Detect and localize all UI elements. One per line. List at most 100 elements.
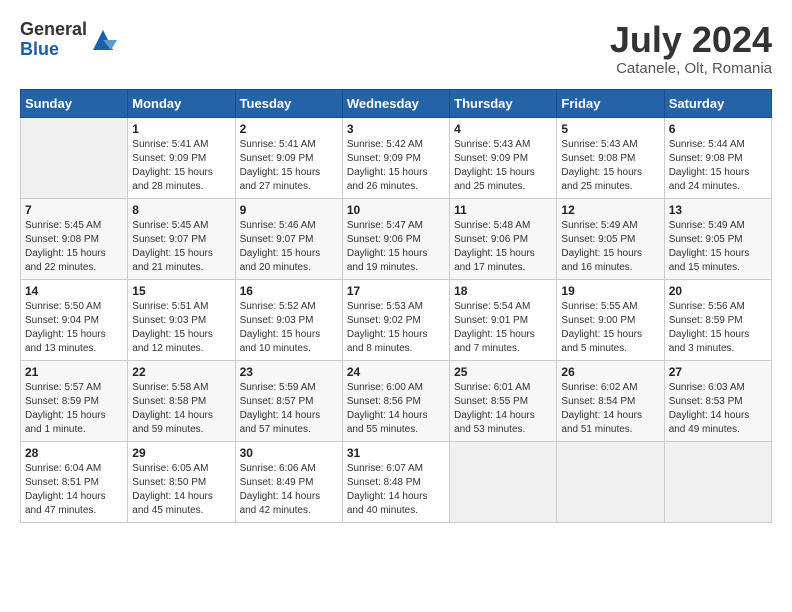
day-cell: 15 Sunrise: 5:51 AM Sunset: 9:03 PM Dayli… [128,279,235,360]
day-info: Sunrise: 5:51 AM Sunset: 9:03 PM Dayligh… [132,301,213,354]
day-number: 20 [669,284,767,298]
day-cell: 10Sunrise: 5:47 AM Sunset: 9:06 PM Dayli… [342,198,449,279]
day-cell: 22Sunrise: 5:58 AM Sunset: 8:58 PM Dayli… [128,360,235,441]
day-info: Sunrise: 5:43 AM Sunset: 9:09 PM Dayligh… [454,139,535,192]
day-number: 13 [669,203,767,217]
title-block: July 2024 Catanele, Olt, Romania [610,20,772,77]
day-info: Sunrise: 5:58 AM Sunset: 8:58 PM Dayligh… [132,382,213,435]
day-cell: 9 Sunrise: 5:46 AM Sunset: 9:07 PM Daylig… [235,198,342,279]
day-cell: 28Sunrise: 6:04 AM Sunset: 8:51 PM Dayli… [21,441,128,522]
day-info: Sunrise: 6:02 AM Sunset: 8:54 PM Dayligh… [561,382,642,435]
day-number: 8 [132,203,230,217]
week-row-2: 7 Sunrise: 5:45 AM Sunset: 9:08 PM Daylig… [21,198,772,279]
day-number: 19 [561,284,659,298]
day-number: 7 [25,203,123,217]
day-number: 1 [132,122,230,136]
day-cell: 6Sunrise: 5:44 AM Sunset: 9:08 PM Daylig… [664,117,771,198]
day-number: 4 [454,122,552,136]
day-info: Sunrise: 5:43 AM Sunset: 9:08 PM Dayligh… [561,139,642,192]
day-info: Sunrise: 5:59 AM Sunset: 8:57 PM Dayligh… [240,382,321,435]
day-number: 26 [561,365,659,379]
day-info: Sunrise: 6:06 AM Sunset: 8:49 PM Dayligh… [240,463,321,516]
day-cell [664,441,771,522]
day-number: 15 [132,284,230,298]
day-info: Sunrise: 5:41 AM Sunset: 9:09 PM Dayligh… [132,139,213,192]
day-number: 2 [240,122,338,136]
day-info: Sunrise: 5:42 AM Sunset: 9:09 PM Dayligh… [347,139,428,192]
day-info: Sunrise: 5:52 AM Sunset: 9:03 PM Dayligh… [240,301,321,354]
day-number: 12 [561,203,659,217]
day-info: Sunrise: 6:00 AM Sunset: 8:56 PM Dayligh… [347,382,428,435]
week-row-1: 1 Sunrise: 5:41 AM Sunset: 9:09 PM Daylig… [21,117,772,198]
day-number: 29 [132,446,230,460]
day-cell [557,441,664,522]
day-cell: 13 Sunrise: 5:49 AM Sunset: 9:05 PM Dayli… [664,198,771,279]
weekday-header-monday: Monday [128,89,235,117]
day-cell: 27Sunrise: 6:03 AM Sunset: 8:53 PM Dayli… [664,360,771,441]
day-info: Sunrise: 5:44 AM Sunset: 9:08 PM Dayligh… [669,139,750,192]
day-number: 24 [347,365,445,379]
day-cell: 26 Sunrise: 6:02 AM Sunset: 8:54 PM Dayli… [557,360,664,441]
day-cell: 3 Sunrise: 5:42 AM Sunset: 9:09 PM Daylig… [342,117,449,198]
week-row-5: 28Sunrise: 6:04 AM Sunset: 8:51 PM Dayli… [21,441,772,522]
calendar-header: SundayMondayTuesdayWednesdayThursdayFrid… [21,89,772,117]
week-row-3: 14 Sunrise: 5:50 AM Sunset: 9:04 PM Dayli… [21,279,772,360]
day-info: Sunrise: 5:49 AM Sunset: 9:05 PM Dayligh… [669,220,750,273]
day-number: 3 [347,122,445,136]
day-cell: 12Sunrise: 5:49 AM Sunset: 9:05 PM Dayli… [557,198,664,279]
day-cell: 2 Sunrise: 5:41 AM Sunset: 9:09 PM Daylig… [235,117,342,198]
day-number: 14 [25,284,123,298]
weekday-row: SundayMondayTuesdayWednesdayThursdayFrid… [21,89,772,117]
day-cell: 21Sunrise: 5:57 AM Sunset: 8:59 PM Dayli… [21,360,128,441]
day-cell: 8 Sunrise: 5:45 AM Sunset: 9:07 PM Daylig… [128,198,235,279]
weekday-header-thursday: Thursday [450,89,557,117]
logo-icon [89,26,117,54]
day-cell: 5 Sunrise: 5:43 AM Sunset: 9:08 PM Daylig… [557,117,664,198]
weekday-header-saturday: Saturday [664,89,771,117]
day-info: Sunrise: 6:05 AM Sunset: 8:50 PM Dayligh… [132,463,213,516]
day-number: 16 [240,284,338,298]
day-info: Sunrise: 5:46 AM Sunset: 9:07 PM Dayligh… [240,220,321,273]
day-cell: 24 Sunrise: 6:00 AM Sunset: 8:56 PM Dayli… [342,360,449,441]
day-cell: 25 Sunrise: 6:01 AM Sunset: 8:55 PM Dayli… [450,360,557,441]
day-info: Sunrise: 5:47 AM Sunset: 9:06 PM Dayligh… [347,220,428,273]
day-info: Sunrise: 5:53 AM Sunset: 9:02 PM Dayligh… [347,301,428,354]
calendar-table: SundayMondayTuesdayWednesdayThursdayFrid… [20,89,772,523]
day-number: 31 [347,446,445,460]
day-cell: 20 Sunrise: 5:56 AM Sunset: 8:59 PM Dayli… [664,279,771,360]
logo-text: General Blue [20,20,87,60]
day-info: Sunrise: 5:56 AM Sunset: 8:59 PM Dayligh… [669,301,750,354]
logo: General Blue [20,20,117,60]
day-cell: 16 Sunrise: 5:52 AM Sunset: 9:03 PM Dayli… [235,279,342,360]
month-title: July 2024 [610,20,772,60]
weekday-header-sunday: Sunday [21,89,128,117]
location: Catanele, Olt, Romania [610,60,772,77]
day-info: Sunrise: 5:57 AM Sunset: 8:59 PM Dayligh… [25,382,106,435]
day-number: 25 [454,365,552,379]
day-cell: 14 Sunrise: 5:50 AM Sunset: 9:04 PM Dayli… [21,279,128,360]
logo-general: General [20,20,87,40]
day-info: Sunrise: 5:41 AM Sunset: 9:09 PM Dayligh… [240,139,321,192]
day-info: Sunrise: 6:01 AM Sunset: 8:55 PM Dayligh… [454,382,535,435]
day-number: 28 [25,446,123,460]
day-cell: 11Sunrise: 5:48 AM Sunset: 9:06 PM Dayli… [450,198,557,279]
day-cell: 31Sunrise: 6:07 AM Sunset: 8:48 PM Dayli… [342,441,449,522]
weekday-header-friday: Friday [557,89,664,117]
day-number: 30 [240,446,338,460]
header: General Blue July 2024 Catanele, Olt, Ro… [20,20,772,77]
day-number: 5 [561,122,659,136]
day-cell [450,441,557,522]
day-cell: 17Sunrise: 5:53 AM Sunset: 9:02 PM Dayli… [342,279,449,360]
day-number: 18 [454,284,552,298]
page: General Blue July 2024 Catanele, Olt, Ro… [0,0,792,533]
day-cell: 29 Sunrise: 6:05 AM Sunset: 8:50 PM Dayli… [128,441,235,522]
day-cell: 30 Sunrise: 6:06 AM Sunset: 8:49 PM Dayli… [235,441,342,522]
day-number: 9 [240,203,338,217]
day-cell: 19Sunrise: 5:55 AM Sunset: 9:00 PM Dayli… [557,279,664,360]
week-row-4: 21Sunrise: 5:57 AM Sunset: 8:59 PM Dayli… [21,360,772,441]
day-info: Sunrise: 5:50 AM Sunset: 9:04 PM Dayligh… [25,301,106,354]
day-info: Sunrise: 5:45 AM Sunset: 9:07 PM Dayligh… [132,220,213,273]
day-info: Sunrise: 5:45 AM Sunset: 9:08 PM Dayligh… [25,220,106,273]
day-cell [21,117,128,198]
day-number: 27 [669,365,767,379]
